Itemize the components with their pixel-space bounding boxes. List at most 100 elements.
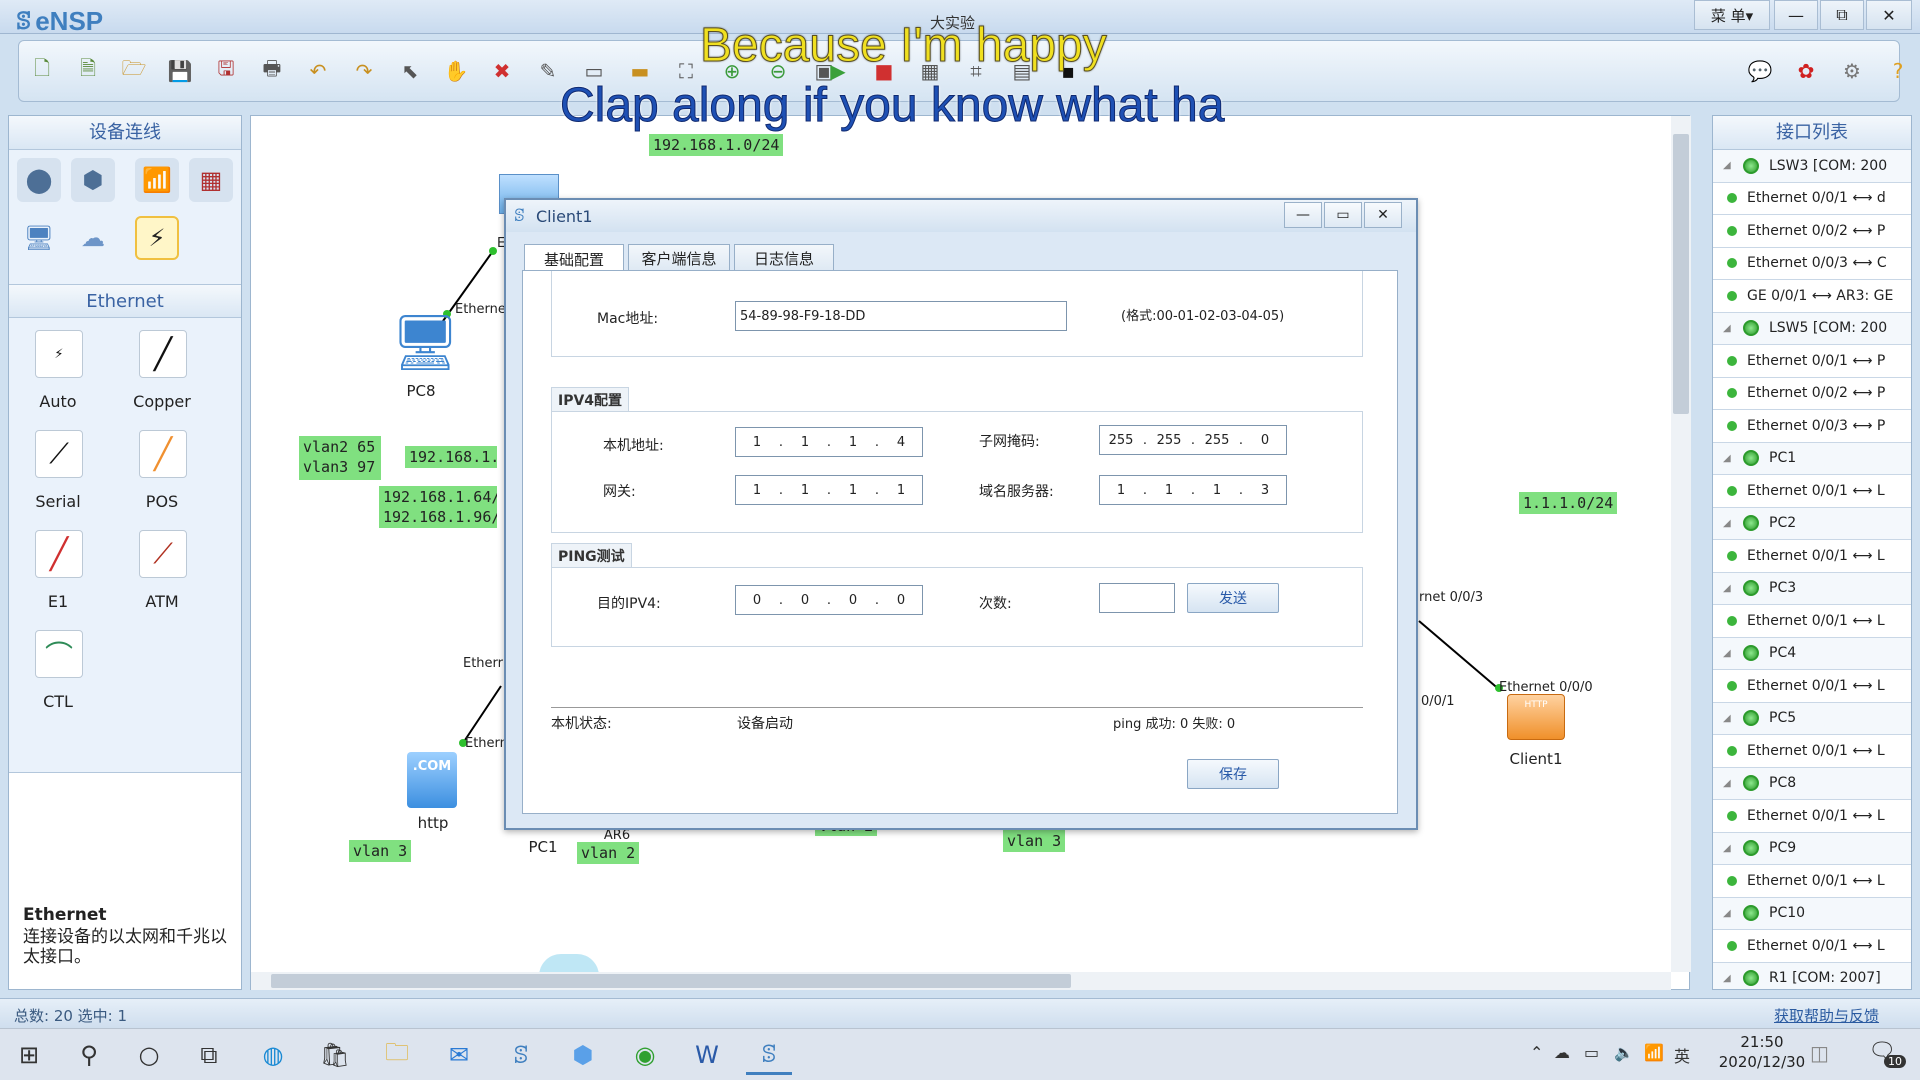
gateway-input[interactable]: 1.1.1.1 <box>735 475 923 505</box>
tab-client-info[interactable]: 客户端信息 <box>628 244 730 272</box>
interface-port-row[interactable]: Ethernet 0/0/1 ⟷ L <box>1713 475 1911 508</box>
interface-device-row[interactable]: ◢ LSW3 [COM: 200 <box>1713 150 1911 183</box>
interface-port-row[interactable]: Ethernet 0/0/1 ⟷ P <box>1713 345 1911 378</box>
ensp-task-icon[interactable]: ꕷ <box>498 1035 544 1075</box>
mail-icon[interactable]: ✉ <box>436 1035 482 1075</box>
delete-icon[interactable]: ✖ <box>489 58 515 84</box>
atm-cable-icon[interactable]: ⟋ <box>139 530 187 578</box>
open-icon[interactable]: 🗁 <box>121 56 147 84</box>
new-topology-icon[interactable]: 🗋 <box>29 56 55 84</box>
pc-icon[interactable]: 🖥 <box>17 216 61 260</box>
ensp-active-icon[interactable]: ꕷ <box>746 1035 792 1075</box>
clock-date[interactable]: 2020/12/30 <box>1702 1053 1822 1071</box>
copper-cable-icon[interactable]: ╱ <box>139 330 187 378</box>
interface-port-row[interactable]: Ethernet 0/0/3 ⟷ P <box>1713 410 1911 443</box>
interface-port-row[interactable]: Ethernet 0/0/2 ⟷ P <box>1713 377 1911 410</box>
expand-triangle-icon[interactable]: ◢ <box>1723 518 1739 529</box>
media-icon[interactable]: ◉ <box>622 1035 668 1075</box>
new-file-icon[interactable]: 🗎 <box>75 56 101 84</box>
expand-triangle-icon[interactable]: ◢ <box>1723 323 1739 334</box>
tray-chevron-icon[interactable]: ⌃ <box>1530 1043 1543 1062</box>
interface-port-row[interactable]: Ethernet 0/0/1 ⟷ L <box>1713 540 1911 573</box>
mac-input[interactable]: 54-89-98-F9-18-DD <box>735 301 1067 331</box>
save-button[interactable]: 保存 <box>1187 759 1279 789</box>
wifi-icon[interactable]: 📶 <box>1644 1043 1664 1062</box>
interface-device-row[interactable]: ◢ PC3 <box>1713 572 1911 605</box>
battery-icon[interactable]: ▭ <box>1584 1043 1599 1062</box>
pc8-icon[interactable]: 🖥 <box>391 312 460 374</box>
close-button[interactable]: ✕ <box>1866 0 1912 30</box>
chat-icon[interactable]: 💬 <box>1747 58 1773 84</box>
interface-port-row[interactable]: Ethernet 0/0/1 ⟷ L <box>1713 605 1911 638</box>
interface-port-row[interactable]: Ethernet 0/0/1 ⟷ L <box>1713 800 1911 833</box>
e1-cable-icon[interactable]: ╱ <box>35 530 83 578</box>
target-ip-input[interactable]: 0.0.0.0 <box>735 585 923 615</box>
interface-port-row[interactable]: Ethernet 0/0/3 ⟷ C <box>1713 247 1911 280</box>
interface-device-row[interactable]: ◢ PC8 <box>1713 767 1911 800</box>
http-server-icon[interactable]: .COM <box>407 752 457 808</box>
cortana-icon[interactable]: ○ <box>126 1035 172 1075</box>
ime-indicator[interactable]: 英 <box>1674 1043 1690 1067</box>
interface-device-row[interactable]: ◢ PC9 <box>1713 832 1911 865</box>
expand-triangle-icon[interactable]: ◢ <box>1723 713 1739 724</box>
interface-device-row[interactable]: ◢ LSW5 [COM: 200 <box>1713 312 1911 345</box>
subnet-mask-input[interactable]: 255. 255. 255. 0 <box>1099 425 1287 455</box>
interface-device-row[interactable]: ◢ PC1 <box>1713 442 1911 475</box>
expand-triangle-icon[interactable]: ◢ <box>1723 843 1739 854</box>
help-icon[interactable]: ? <box>1885 58 1911 84</box>
expand-triangle-icon[interactable]: ◢ <box>1723 453 1739 464</box>
expand-triangle-icon[interactable]: ◢ <box>1723 973 1739 984</box>
interface-port-row[interactable]: Ethernet 0/0/1 ⟷ L <box>1713 735 1911 768</box>
edge-icon[interactable]: ◍ <box>250 1035 296 1075</box>
interface-device-row[interactable]: ◢ R1 [COM: 2007] <box>1713 962 1911 989</box>
explorer-icon[interactable]: 🗀 <box>374 1035 420 1075</box>
word-icon[interactable]: W <box>684 1035 730 1075</box>
undo-icon[interactable]: ↶ <box>305 58 331 84</box>
interface-port-row[interactable]: Ethernet 0/0/2 ⟷ P <box>1713 215 1911 248</box>
restore-button[interactable]: ⧉ <box>1820 0 1864 30</box>
pos-cable-icon[interactable]: ╱ <box>139 430 187 478</box>
interface-device-row[interactable]: ◢ PC4 <box>1713 637 1911 670</box>
task-view-icon[interactable]: ⧉ <box>186 1035 232 1075</box>
interface-device-row[interactable]: ◢ PC5 <box>1713 702 1911 735</box>
dialog-maximize-button[interactable]: ▭ <box>1324 202 1362 228</box>
interface-port-row[interactable]: GE 0/0/1 ⟷ AR3: GE <box>1713 280 1911 313</box>
wireless-icon[interactable]: 📶 <box>135 158 179 202</box>
expand-triangle-icon[interactable]: ◢ <box>1723 908 1739 919</box>
horizontal-scroll-thumb[interactable] <box>271 974 1071 988</box>
switch-icon[interactable]: ⬢ <box>71 158 115 202</box>
router-icon[interactable]: ⬤ <box>17 158 61 202</box>
expand-triangle-icon[interactable]: ◢ <box>1723 160 1739 171</box>
app-icon[interactable]: ⬢ <box>560 1035 606 1075</box>
print-icon[interactable]: 🖶 <box>259 56 285 84</box>
huawei-icon[interactable]: ✿ <box>1793 58 1819 84</box>
expand-triangle-icon[interactable]: ◢ <box>1723 583 1739 594</box>
save-as-icon[interactable]: 🖫 <box>213 56 239 84</box>
serial-cable-icon[interactable]: ⟋ <box>35 430 83 478</box>
dialog-minimize-button[interactable]: — <box>1284 202 1322 228</box>
onedrive-icon[interactable]: ☁ <box>1554 1043 1570 1062</box>
horizontal-scrollbar[interactable] <box>251 972 1671 990</box>
volume-icon[interactable]: 🔈 <box>1614 1043 1634 1062</box>
vertical-scroll-thumb[interactable] <box>1673 134 1689 414</box>
search-icon[interactable]: ⚲ <box>66 1035 112 1075</box>
dns-server-input[interactable]: 1.1.1.3 <box>1099 475 1287 505</box>
client1-server-icon[interactable]: HTTP <box>1507 694 1565 740</box>
delete-link-icon[interactable]: ✎ <box>535 58 561 84</box>
select-icon[interactable]: ⬉ <box>397 58 423 84</box>
ip-address-input[interactable]: 1.1.1.4 <box>735 427 923 457</box>
tab-basic-config[interactable]: 基础配置 <box>524 244 624 273</box>
ctl-cable-icon[interactable]: ⌒ <box>35 630 83 678</box>
expand-triangle-icon[interactable]: ◢ <box>1723 778 1739 789</box>
vertical-scrollbar[interactable] <box>1671 116 1691 972</box>
start-button-icon[interactable]: ⊞ <box>6 1035 52 1075</box>
firewall-icon[interactable]: ▦ <box>189 158 233 202</box>
expand-triangle-icon[interactable]: ◢ <box>1723 648 1739 659</box>
interface-port-row[interactable]: Ethernet 0/0/1 ⟷ L <box>1713 930 1911 963</box>
interface-port-row[interactable]: Ethernet 0/0/1 ⟷ L <box>1713 670 1911 703</box>
cloud-icon[interactable]: ☁ <box>71 216 115 260</box>
meet-now-icon[interactable]: ◫ <box>1810 1041 1829 1065</box>
clock-time[interactable]: 21:50 <box>1722 1033 1802 1051</box>
store-icon[interactable]: 🛍 <box>312 1035 358 1075</box>
tab-log-info[interactable]: 日志信息 <box>734 244 834 272</box>
